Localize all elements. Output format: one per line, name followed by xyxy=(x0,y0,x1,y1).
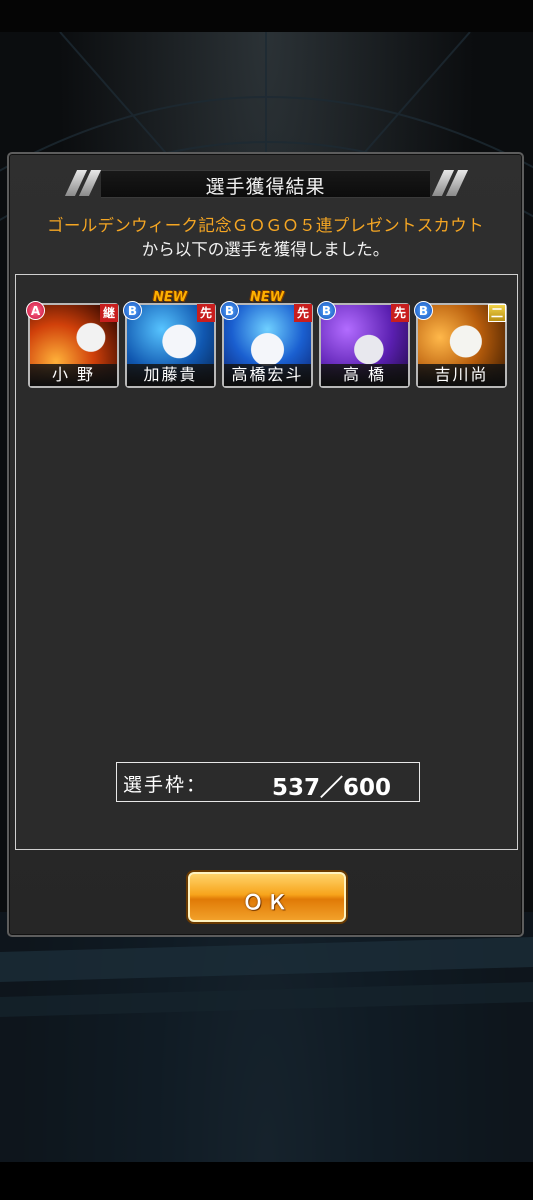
navigation-bar xyxy=(0,1162,533,1200)
rank-badge: B xyxy=(220,301,239,320)
title-band: 選手獲得結果 xyxy=(13,168,518,198)
dialog-title: 選手獲得結果 xyxy=(205,176,326,198)
position-tag: 先 xyxy=(391,304,409,322)
player-slots-value: 537／600 xyxy=(271,775,391,801)
player-card[interactable]: B 先 高 橋 xyxy=(317,301,410,388)
status-bar xyxy=(0,0,533,32)
player-name: 加藤貴 xyxy=(127,364,214,386)
position-tag: 先 xyxy=(197,304,215,322)
ok-button-label: ＯＫ xyxy=(243,890,291,914)
scout-name-message: ゴールデンウィーク記念ＧＯＧＯ５連プレゼントスカウト xyxy=(47,216,484,235)
player-card[interactable]: NEW B 先 高橋宏斗 xyxy=(220,290,313,388)
acquisition-result-dialog: 選手獲得結果 ゴールデンウィーク記念ＧＯＧＯ５連プレゼントスカウト から以下の選… xyxy=(7,152,524,937)
position-tag: 継 xyxy=(100,304,118,322)
player-slots-label: 選手枠： xyxy=(123,774,208,796)
ok-button[interactable]: ＯＫ xyxy=(188,872,346,922)
new-label: NEW xyxy=(250,290,285,305)
player-name: 高橋宏斗 xyxy=(224,364,311,386)
rank-badge: B xyxy=(317,301,336,320)
player-name: 吉川尚 xyxy=(418,364,505,386)
position-tag: 二 xyxy=(488,304,506,322)
rank-badge: B xyxy=(414,301,433,320)
rank-badge: A xyxy=(26,301,45,320)
player-name: 高 橋 xyxy=(321,364,408,386)
rank-badge: B xyxy=(123,301,142,320)
player-card[interactable]: NEW B 先 加藤貴 xyxy=(123,290,216,388)
player-name: 小 野 xyxy=(30,364,117,386)
player-card[interactable]: A 継 小 野 xyxy=(26,301,119,388)
new-label: NEW xyxy=(153,290,188,305)
result-message: から以下の選手を獲得しました。 xyxy=(141,240,390,259)
player-card[interactable]: B 二 吉川尚 xyxy=(414,301,507,388)
acquired-players-panel: A 継 小 野 NEW B 先 加藤貴 NEW B 先 高橋宏斗 B 先 高 橋… xyxy=(15,274,518,850)
player-slots-box: 選手枠： 537／600 xyxy=(116,762,420,802)
position-tag: 先 xyxy=(294,304,312,322)
